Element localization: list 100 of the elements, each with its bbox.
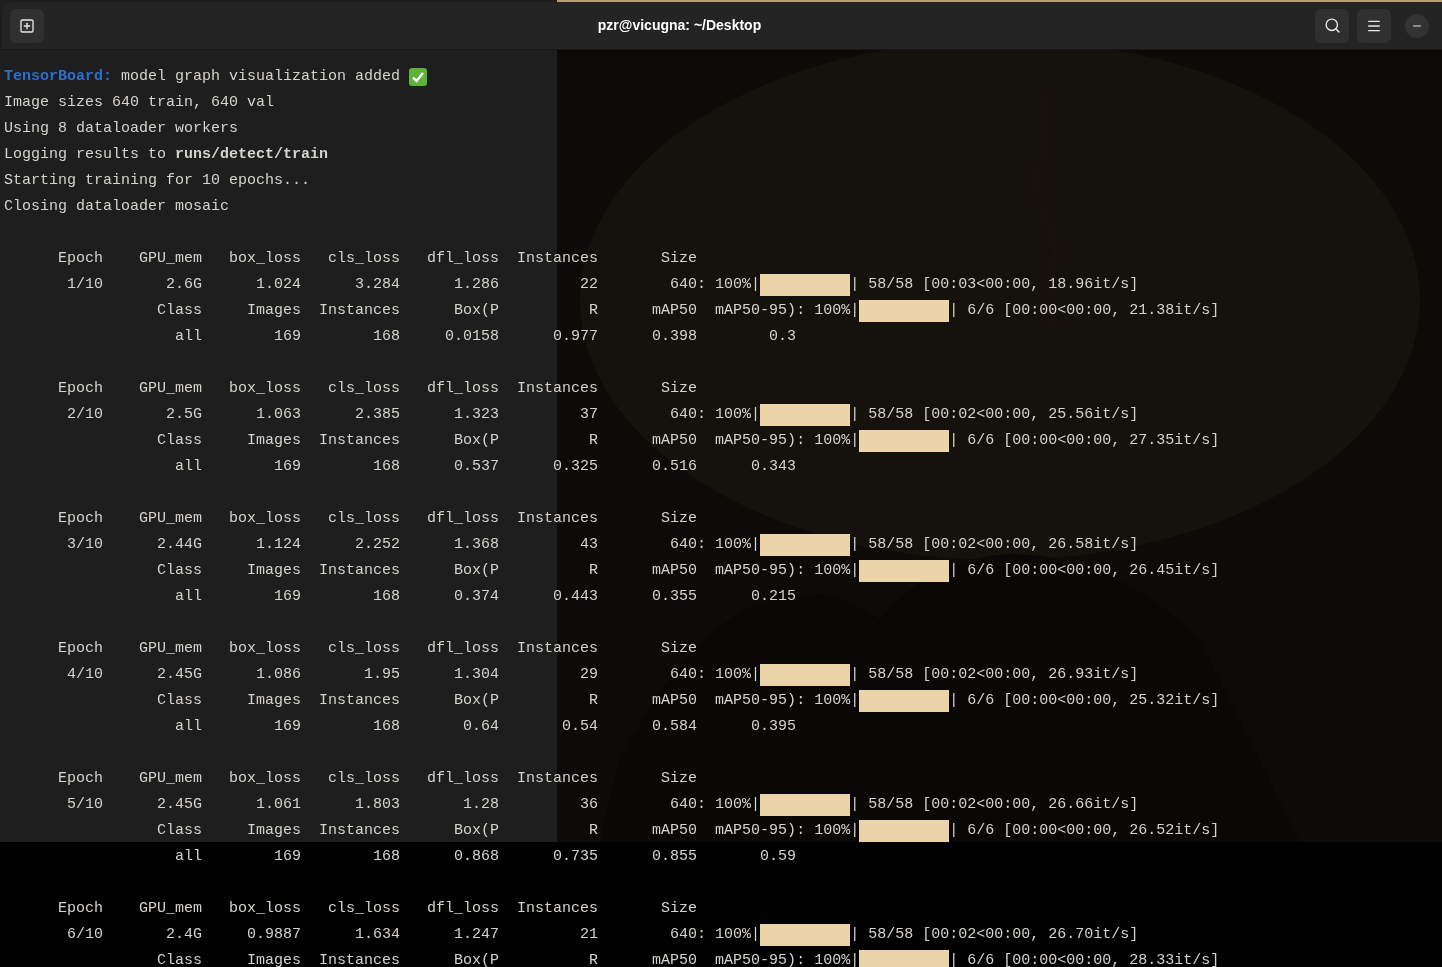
progress-text: | 6/6 [00:00<00:00, 25.32it/s] <box>949 691 1220 711</box>
log-line: Closing dataloader mosaic <box>4 197 230 217</box>
log-cell-text: dfl_loss <box>426 899 500 919</box>
log-cell-text: 0.343 <box>750 457 797 477</box>
log-cell-text: 0.325 <box>552 457 599 477</box>
log-cell-text: Size <box>660 769 698 789</box>
log-cell-text: Images <box>246 301 302 321</box>
log-cell-text: 0.3 <box>768 327 797 347</box>
log-cell-text: GPU_mem <box>138 379 203 399</box>
log-cell-text: 3.284 <box>354 275 401 295</box>
log-cell-text: mAP50 <box>651 431 698 451</box>
log-cell-text: Instances <box>516 639 599 659</box>
progress-text: | 58/58 [00:02<00:00, 26.93it/s] <box>850 665 1139 685</box>
log-cell-text: 1.024 <box>255 275 302 295</box>
log-cell-text: 168 <box>372 847 401 867</box>
log-path: runs/detect/train <box>175 145 329 165</box>
log-cell-text: all <box>174 327 203 347</box>
log-cell-text: 0.374 <box>453 587 500 607</box>
log-cell-text: Class <box>156 951 203 967</box>
log-cell-text: Epoch <box>57 249 103 269</box>
log-cell-text: Box(P <box>453 431 500 451</box>
log-cell-text: R <box>588 431 599 451</box>
progress-text: | 58/58 [00:02<00:00, 26.66it/s] <box>850 795 1139 815</box>
progress-text: : 100%| <box>697 405 761 425</box>
log-cell-text: Box(P <box>453 951 500 967</box>
log-cell-text: 1.368 <box>453 535 500 555</box>
log-cell-text: Size <box>660 899 698 919</box>
log-cell-text: R <box>588 691 599 711</box>
search-button[interactable] <box>1315 8 1349 43</box>
log-cell-text: dfl_loss <box>426 379 500 399</box>
log-cell-text: mAP50 <box>651 821 698 841</box>
log-cell-text: 2.44G <box>156 535 203 555</box>
log-label: TensorBoard: <box>4 67 113 87</box>
log-line: model graph visualization added <box>121 67 401 87</box>
log-cell-text: 0.64 <box>462 717 500 737</box>
log-cell-text: Instances <box>516 249 599 269</box>
log-cell-text: 2.385 <box>354 405 401 425</box>
log-cell-text: 4/10 <box>66 665 103 685</box>
progress-text: mAP50-95): 100%| <box>714 561 860 581</box>
log-cell-text: 0.735 <box>552 847 599 867</box>
log-cell-text: dfl_loss <box>426 639 500 659</box>
progress-text: | 6/6 [00:00<00:00, 21.38it/s] <box>949 301 1220 321</box>
log-cell-text: GPU_mem <box>138 639 203 659</box>
log-cell-text: Epoch <box>57 379 103 399</box>
log-cell-text: 0.443 <box>552 587 599 607</box>
log-line: Using 8 dataloader workers <box>4 119 239 139</box>
log-cell-text: Size <box>660 639 698 659</box>
log-cell-text: 1.323 <box>453 405 500 425</box>
log-cell-text: 1.304 <box>453 665 500 685</box>
log-cell-text: Instances <box>318 821 401 841</box>
log-cell-text: R <box>588 561 599 581</box>
log-cell-text: dfl_loss <box>426 769 500 789</box>
new-tab-button[interactable] <box>10 8 44 43</box>
log-cell-text: Instances <box>318 431 401 451</box>
log-cell-text: mAP50 <box>651 301 698 321</box>
log-cell-text: Instances <box>318 951 401 967</box>
log-cell-text: Images <box>246 951 302 967</box>
log-cell-text: Box(P <box>453 301 500 321</box>
log-cell-text: 1.086 <box>255 665 302 685</box>
log-cell-text: 168 <box>372 587 401 607</box>
log-cell-text: 36 <box>579 795 599 815</box>
log-cell-text: 0.584 <box>651 717 698 737</box>
log-cell-text: 1.286 <box>453 275 500 295</box>
window-title: pzr@vicugna: ~/Desktop <box>597 16 762 35</box>
progress-text: | 6/6 [00:00<00:00, 27.35it/s] <box>949 431 1220 451</box>
log-line: Starting training for 10 epochs... <box>4 171 311 191</box>
log-cell-text: 1.95 <box>363 665 401 685</box>
log-cell-text: Size <box>660 249 698 269</box>
progress-text: | 6/6 [00:00<00:00, 26.52it/s] <box>949 821 1220 841</box>
log-cell-text: all <box>174 587 203 607</box>
log-cell-text: cls_loss <box>327 379 401 399</box>
log-cell-text: 6/10 <box>66 925 103 945</box>
log-cell-text: 0.395 <box>750 717 797 737</box>
log-cell-text: Instances <box>318 691 401 711</box>
log-line: Image sizes 640 train, 640 val <box>4 93 275 113</box>
log-cell-text: Class <box>156 821 203 841</box>
log-cell-text: 2.6G <box>165 275 203 295</box>
log-cell-text: all <box>174 847 203 867</box>
progress-text: | 6/6 [00:00<00:00, 26.45it/s] <box>949 561 1220 581</box>
log-cell-text: 0.59 <box>759 847 797 867</box>
log-cell-text: Class <box>156 691 203 711</box>
log-cell-text: cls_loss <box>327 899 401 919</box>
log-cell-text: mAP50 <box>651 561 698 581</box>
log-cell-text: GPU_mem <box>138 509 203 529</box>
log-cell-text: 0.355 <box>651 587 698 607</box>
log-cell-text: Images <box>246 561 302 581</box>
menu-button[interactable] <box>1357 8 1391 43</box>
log-cell-text: 0.537 <box>453 457 500 477</box>
progress-text: : 100%| <box>697 795 761 815</box>
log-cell-text: all <box>174 717 203 737</box>
log-cell-text: 43 <box>579 535 599 555</box>
log-cell-text: GPU_mem <box>138 249 203 269</box>
log-cell-text: 2.5G <box>165 405 203 425</box>
log-cell-text: Instances <box>516 899 599 919</box>
minimize-button[interactable] <box>1405 13 1429 38</box>
progress-text: mAP50-95): 100%| <box>714 951 860 967</box>
log-cell-text: Class <box>156 431 203 451</box>
progress-text: mAP50-95): 100%| <box>714 691 860 711</box>
log-cell-text: R <box>588 821 599 841</box>
log-cell-text: 29 <box>579 665 599 685</box>
